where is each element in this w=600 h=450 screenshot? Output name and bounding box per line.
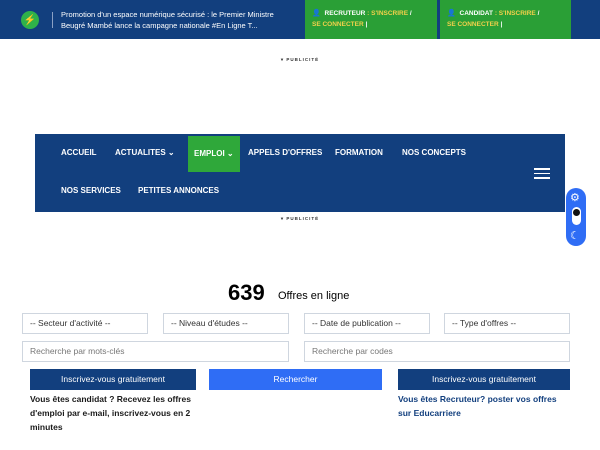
codes-search-input[interactable]: Recherche par codes bbox=[304, 341, 570, 362]
nav-item-appels-offres[interactable]: APPELS D'OFFRES bbox=[248, 134, 322, 172]
chevron-down-icon: ⌄ bbox=[226, 149, 234, 158]
candidate-signup-link[interactable]: S'INSCRIRE bbox=[499, 10, 536, 17]
main-nav: ACCUEIL ACTUALITES ⌄ EMPLOI ⌄ APPELS D'O… bbox=[35, 134, 565, 212]
recruiter-signup-button[interactable]: Inscrivez-vous gratuitement bbox=[398, 369, 570, 390]
chevron-down-icon: ⌄ bbox=[167, 148, 175, 157]
theme-toggle[interactable] bbox=[572, 207, 581, 225]
recruiter-login-link[interactable]: SE CONNECTER bbox=[312, 21, 364, 28]
candidate-login-link[interactable]: SE CONNECTER bbox=[447, 21, 499, 28]
candidate-info-text: Vous êtes candidat ? Recevez les offres … bbox=[30, 394, 191, 432]
offer-type-select[interactable]: -- Type d'offres -- bbox=[444, 313, 570, 334]
top-bar: ⚡ Promotion d'un espace numérique sécuri… bbox=[0, 0, 600, 39]
offers-count: 639 bbox=[228, 280, 265, 305]
keywords-search-input[interactable]: Recherche par mots-clés bbox=[22, 341, 289, 362]
news-ticker[interactable]: Promotion d'un espace numérique sécurisé… bbox=[61, 9, 286, 31]
candidate-label: CANDIDAT bbox=[459, 10, 493, 17]
accessibility-toolbar: ⚙ ☾ bbox=[566, 188, 586, 246]
candidate-signup-button[interactable]: Inscrivez-vous gratuitement bbox=[30, 369, 196, 390]
recruiter-account-box: 👤 RECRUTEUR : S'INSCRIRE / SE CONNECTER … bbox=[305, 0, 437, 39]
nav-item-petites-annonces[interactable]: PETITES ANNONCES bbox=[138, 172, 219, 210]
moon-icon[interactable]: ☾ bbox=[570, 229, 580, 242]
candidate-account-box: 👤 CANDIDAT : S'INSCRIRE / SE CONNECTER | bbox=[440, 0, 571, 39]
page: { "topbar": { "news": "Promotion d'un es… bbox=[0, 0, 600, 450]
menu-icon[interactable] bbox=[534, 168, 550, 179]
nav-item-nos-services[interactable]: NOS SERVICES bbox=[61, 172, 121, 210]
sector-select[interactable]: -- Secteur d'activité -- bbox=[22, 313, 148, 334]
nav-item-actualites[interactable]: ACTUALITES ⌄ bbox=[115, 134, 175, 172]
search-button[interactable]: Rechercher bbox=[209, 369, 382, 390]
recruiter-signup-link[interactable]: S'INSCRIRE bbox=[371, 10, 408, 17]
nav-item-formation[interactable]: FORMATION bbox=[335, 134, 383, 172]
ad-label: ▾ PUBLICITÉ bbox=[280, 216, 320, 221]
divider bbox=[52, 12, 53, 28]
recruiter-info-text: Vous êtes Recruteur? poster vos offres s… bbox=[398, 394, 557, 418]
education-level-select[interactable]: -- Niveau d'études -- bbox=[163, 313, 289, 334]
nav-item-nos-concepts[interactable]: NOS CONCEPTS bbox=[402, 134, 466, 172]
flash-icon: ⚡ bbox=[21, 11, 39, 29]
offers-count-label: Offres en ligne bbox=[278, 290, 350, 302]
publication-date-select[interactable]: -- Date de publication -- bbox=[304, 313, 430, 334]
nav-item-accueil[interactable]: ACCUEIL bbox=[61, 134, 97, 172]
user-icon: 👤 bbox=[447, 10, 456, 17]
user-icon: 👤 bbox=[312, 10, 321, 17]
recruiter-label: RECRUTEUR bbox=[324, 10, 366, 17]
ad-label: ▾ PUBLICITÉ bbox=[280, 57, 320, 62]
nav-item-emploi[interactable]: EMPLOI ⌄ bbox=[188, 136, 240, 172]
gear-icon[interactable]: ⚙ bbox=[570, 191, 580, 204]
